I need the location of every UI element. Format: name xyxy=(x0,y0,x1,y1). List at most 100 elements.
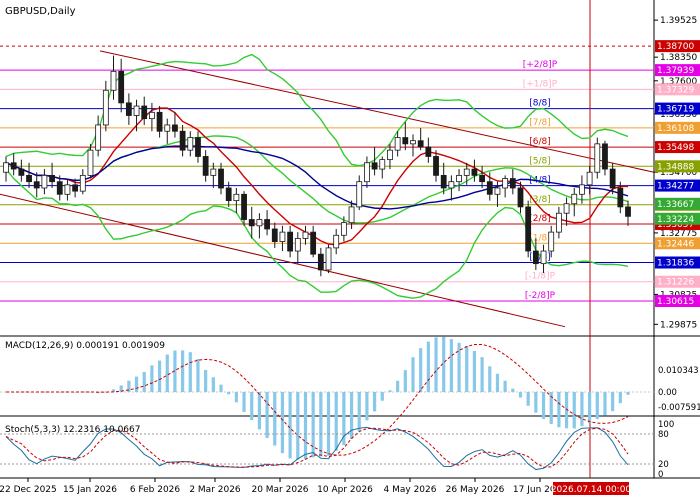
candle-body xyxy=(548,231,555,252)
trading-chart[interactable]: [+2/8]P [+1/8]P [8/8] [7/8] [6/8] [5/8] [4/8][… xyxy=(0,0,700,500)
macd-bar xyxy=(480,357,484,392)
macd-label: MACD(12,26,9) 0.000191 0.001909 xyxy=(5,341,165,351)
candle-body xyxy=(348,206,355,224)
candle-body xyxy=(486,181,493,195)
date-label: 20 Mar 2026 xyxy=(251,485,308,495)
stoch-tick-label: 100 xyxy=(658,420,674,430)
candle-body xyxy=(279,231,286,242)
macd-tick-label: 0.00 xyxy=(658,388,677,398)
macd-bar xyxy=(288,392,292,459)
date-label: 22 Dec 2025 xyxy=(0,485,57,495)
macd-bar xyxy=(265,392,269,438)
sub-panes: 0.010343 0.00 -0.007591 10080 200 xyxy=(0,336,700,480)
date-axis: 22 Dec 2025 15 Jan 2026 6 Feb 2026 2 Mar 20… xyxy=(0,478,631,495)
macd-bar xyxy=(165,354,169,392)
macd-bar xyxy=(273,392,277,446)
candle-body xyxy=(87,149,94,176)
candle-body xyxy=(56,181,63,195)
stoch-label: Stoch(5,3,3) 12.2316 10.0667 xyxy=(5,425,140,435)
macd-bar xyxy=(557,392,561,428)
macd-bar xyxy=(465,345,469,392)
symbol-label: GBPUSD,Daily xyxy=(5,6,76,17)
candle-body xyxy=(371,162,378,170)
macd-bar xyxy=(204,369,208,392)
macd-bar xyxy=(388,390,392,392)
macd-bar xyxy=(280,392,285,454)
candle-body xyxy=(394,137,401,151)
macd-bar xyxy=(541,392,546,419)
murrey-label: [-2/8]P xyxy=(525,291,556,301)
candle-body xyxy=(33,181,40,189)
macd-bar xyxy=(303,392,308,460)
macd-bar xyxy=(334,392,338,451)
candle-body xyxy=(125,102,132,116)
candle-body xyxy=(502,178,509,189)
candle-body xyxy=(102,89,109,126)
macd-bar xyxy=(511,388,515,392)
price-tick-label: 1.38350 xyxy=(660,53,697,63)
murrey-label: [+1/8]P xyxy=(523,79,558,89)
macd-bar xyxy=(234,392,238,403)
macd-bar xyxy=(588,392,592,424)
candle-body xyxy=(433,156,439,176)
candle-body xyxy=(617,187,624,208)
candle-body xyxy=(325,247,332,271)
key-level-label: 1.33224 xyxy=(657,215,694,225)
price-tag-label: 1.35498 xyxy=(657,143,694,153)
macd-bar xyxy=(257,392,262,430)
macd-bar xyxy=(618,392,622,404)
candle-body xyxy=(302,231,309,239)
macd-bar xyxy=(434,337,438,392)
macd-bar xyxy=(349,392,354,439)
candle-body xyxy=(563,203,570,214)
candle-body xyxy=(164,124,171,132)
candle-body xyxy=(264,219,270,230)
stoch-tick-label: 80 xyxy=(658,430,669,440)
macd-bar xyxy=(319,392,323,457)
cursor-date-label: 2026.07.14 00:00 xyxy=(551,485,632,495)
candle-body xyxy=(387,149,393,161)
candle-body xyxy=(271,228,278,242)
candle-body xyxy=(210,168,217,176)
candle-body xyxy=(72,184,79,192)
macd-bar xyxy=(495,373,500,392)
murrey-label: [7/8] xyxy=(529,118,551,128)
price-tag-label: 1.37329 xyxy=(657,85,694,95)
price-tick-label: 1.39525 xyxy=(660,16,697,26)
candle-body xyxy=(18,168,25,176)
date-label: 4 May 2026 xyxy=(384,485,437,495)
murrey-label: [8/8] xyxy=(529,99,551,109)
candle-body xyxy=(463,168,470,176)
macd-bar xyxy=(250,392,254,421)
macd-bar xyxy=(188,352,192,392)
murrey-label: [5/8] xyxy=(529,156,551,166)
candle-body xyxy=(95,124,102,151)
date-label: 2 Mar 2026 xyxy=(189,485,241,495)
price-tag-label: 1.37939 xyxy=(657,66,694,76)
macd-bar xyxy=(311,392,315,458)
candle-body xyxy=(333,234,340,249)
candle-body xyxy=(118,70,125,104)
candle-body xyxy=(110,70,117,91)
candle-body xyxy=(525,206,532,252)
macd-bar xyxy=(572,392,576,429)
price-tag-label: 1.36108 xyxy=(657,124,694,134)
chart-canvas[interactable]: [+2/8]P[+1/8]P[8/8][7/8][6/8][5/8][4/8][… xyxy=(0,0,700,500)
date-label: 26 May 2026 xyxy=(446,485,505,495)
macd-bar xyxy=(403,370,407,392)
key-level-label: 1.38700 xyxy=(657,42,694,52)
macd-bar xyxy=(380,392,384,401)
macd-bar xyxy=(488,366,492,392)
candle-body xyxy=(149,111,155,120)
macd-bar xyxy=(472,351,477,392)
candle-body xyxy=(64,184,71,195)
candle-body xyxy=(602,143,608,170)
macd-bar xyxy=(242,392,246,412)
candle-body xyxy=(494,187,501,195)
macd-bar xyxy=(518,392,523,398)
candle-body xyxy=(218,168,224,189)
candle-body xyxy=(26,174,32,183)
candle-body xyxy=(317,253,324,271)
macd-bar xyxy=(227,392,231,395)
candle-body xyxy=(172,124,178,132)
